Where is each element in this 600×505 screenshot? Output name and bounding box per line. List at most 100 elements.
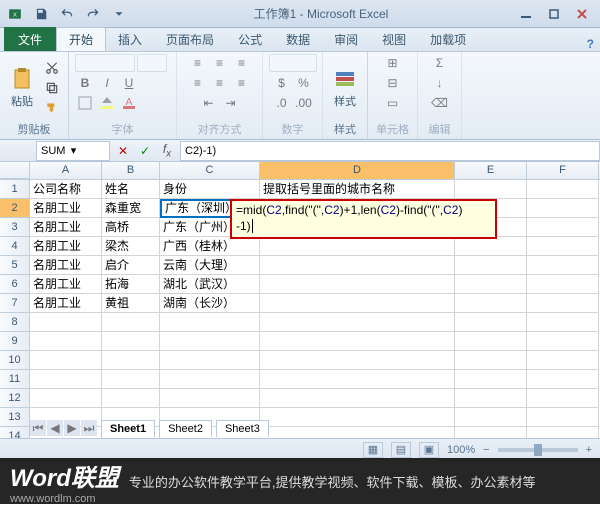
save-icon[interactable]	[30, 4, 52, 24]
cell-D12[interactable]	[260, 389, 455, 408]
cell-B12[interactable]	[102, 389, 160, 408]
tab-layout[interactable]: 页面布局	[154, 27, 226, 51]
col-B[interactable]: B	[102, 162, 160, 179]
cell-E9[interactable]	[455, 332, 527, 351]
cut-icon[interactable]	[42, 59, 62, 77]
accept-formula-icon[interactable]: ✓	[136, 142, 154, 160]
cell-B2[interactable]: 森重宽	[102, 199, 160, 218]
redo-icon[interactable]	[82, 4, 104, 24]
font-color-icon[interactable]: A	[119, 94, 139, 112]
undo-icon[interactable]	[56, 4, 78, 24]
zoom-slider[interactable]	[498, 448, 578, 452]
col-D[interactable]: D	[260, 162, 455, 179]
sheet-nav-first-icon[interactable]: ⏮	[30, 420, 46, 436]
cell-A9[interactable]	[30, 332, 102, 351]
align-left-icon[interactable]: ≡	[188, 74, 208, 92]
cell-A8[interactable]	[30, 313, 102, 332]
tab-data[interactable]: 数据	[274, 27, 322, 51]
view-layout-icon[interactable]: ▤	[391, 442, 411, 458]
cell-A1[interactable]: 公司名称	[30, 180, 102, 199]
view-break-icon[interactable]: ▣	[419, 442, 439, 458]
cell-F7[interactable]	[527, 294, 599, 313]
copy-icon[interactable]	[42, 79, 62, 97]
indent-dec-icon[interactable]: ⇤	[199, 94, 219, 112]
tab-insert[interactable]: 插入	[106, 27, 154, 51]
cell-E4[interactable]	[455, 237, 527, 256]
cell-B7[interactable]: 黄祖	[102, 294, 160, 313]
cell-B4[interactable]: 梁杰	[102, 237, 160, 256]
clear-icon[interactable]: ⌫	[430, 94, 450, 112]
close-button[interactable]	[568, 5, 596, 23]
cell-F1[interactable]	[527, 180, 599, 199]
cell-D13[interactable]	[260, 408, 455, 427]
cell-C4[interactable]: 广西（桂林）	[160, 237, 260, 256]
align-right-icon[interactable]: ≡	[232, 74, 252, 92]
cell-D6[interactable]	[260, 275, 455, 294]
select-all-corner[interactable]	[0, 162, 30, 179]
tab-review[interactable]: 审阅	[322, 27, 370, 51]
name-box[interactable]: SUM ▾	[36, 141, 110, 161]
border-icon[interactable]	[75, 94, 95, 112]
cell-D11[interactable]	[260, 370, 455, 389]
cell-D4[interactable]	[260, 237, 455, 256]
cell-C9[interactable]	[160, 332, 260, 351]
cell-F3[interactable]	[527, 218, 599, 237]
row-header[interactable]: 5	[0, 256, 30, 275]
cell-E10[interactable]	[455, 351, 527, 370]
sheet-nav-prev-icon[interactable]: ◀	[47, 420, 63, 436]
fill-icon[interactable]: ↓	[430, 74, 450, 92]
row-header[interactable]: 1	[0, 180, 30, 199]
cell-A11[interactable]	[30, 370, 102, 389]
cell-F2[interactable]	[527, 199, 599, 218]
format-painter-icon[interactable]	[42, 99, 62, 117]
cell-B8[interactable]	[102, 313, 160, 332]
cell-C6[interactable]: 湖北（武汉）	[160, 275, 260, 294]
cell-E5[interactable]	[455, 256, 527, 275]
cancel-formula-icon[interactable]: ✕	[114, 142, 132, 160]
tab-view[interactable]: 视图	[370, 27, 418, 51]
bold-icon[interactable]: B	[75, 74, 95, 92]
cell-F13[interactable]	[527, 408, 599, 427]
cell-C5[interactable]: 云南（大理）	[160, 256, 260, 275]
insert-cells-icon[interactable]: ⊞	[373, 54, 413, 72]
cell-B6[interactable]: 拓海	[102, 275, 160, 294]
styles-button[interactable]: 样式	[329, 65, 361, 111]
cell-A3[interactable]: 名朋工业	[30, 218, 102, 237]
underline-icon[interactable]: U	[119, 74, 139, 92]
formula-bar[interactable]: C2)-1)	[180, 141, 600, 161]
cell-E6[interactable]	[455, 275, 527, 294]
font-size[interactable]	[137, 54, 167, 72]
cell-F5[interactable]	[527, 256, 599, 275]
dec-inc-icon[interactable]: .0	[272, 94, 292, 112]
cell-F11[interactable]	[527, 370, 599, 389]
cell-F10[interactable]	[527, 351, 599, 370]
cell-D5[interactable]	[260, 256, 455, 275]
row-header[interactable]: 6	[0, 275, 30, 294]
view-normal-icon[interactable]: ▦	[363, 442, 383, 458]
row-header[interactable]: 2	[0, 199, 30, 218]
sheet-tab-2[interactable]: Sheet2	[159, 420, 212, 437]
currency-icon[interactable]: $	[272, 74, 292, 92]
cell-C11[interactable]	[160, 370, 260, 389]
cell-A12[interactable]	[30, 389, 102, 408]
font-name[interactable]	[75, 54, 135, 72]
row-header[interactable]: 9	[0, 332, 30, 351]
cell-A4[interactable]: 名朋工业	[30, 237, 102, 256]
col-F[interactable]: F	[527, 162, 599, 179]
cell-C8[interactable]	[160, 313, 260, 332]
cell-E8[interactable]	[455, 313, 527, 332]
tab-formula[interactable]: 公式	[226, 27, 274, 51]
cell-A6[interactable]: 名朋工业	[30, 275, 102, 294]
sheet-tab-1[interactable]: Sheet1	[101, 420, 155, 437]
percent-icon[interactable]: %	[294, 74, 314, 92]
zoom-in-icon[interactable]: +	[586, 444, 592, 456]
help-icon[interactable]: ?	[587, 37, 594, 51]
row-header[interactable]: 8	[0, 313, 30, 332]
file-tab[interactable]: 文件	[4, 27, 56, 51]
cell-B9[interactable]	[102, 332, 160, 351]
sheet-nav-next-icon[interactable]: ▶	[64, 420, 80, 436]
maximize-button[interactable]	[540, 5, 568, 23]
zoom-out-icon[interactable]: −	[483, 444, 489, 456]
format-cells-icon[interactable]: ▭	[373, 94, 413, 112]
cell-D7[interactable]	[260, 294, 455, 313]
